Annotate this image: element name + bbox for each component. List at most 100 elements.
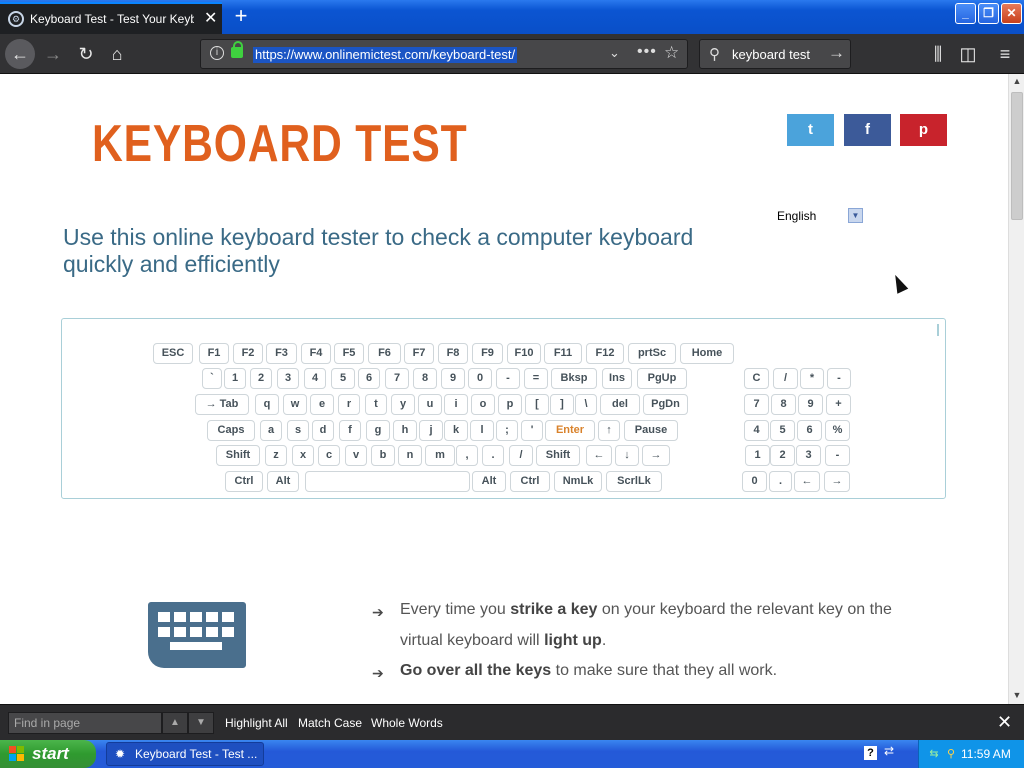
connection-icon[interactable]: ⇄ xyxy=(884,744,894,758)
key-1[interactable]: 1 xyxy=(745,445,770,466)
key-[interactable]: , xyxy=(456,445,478,466)
key-f6[interactable]: F6 xyxy=(368,343,401,364)
key-j[interactable]: j xyxy=(419,420,443,441)
key-space[interactable] xyxy=(305,471,470,492)
find-input[interactable]: Find in page xyxy=(8,712,162,734)
clock[interactable]: 11:59 AM xyxy=(961,747,1011,761)
key-0[interactable]: 0 xyxy=(742,471,767,492)
find-next-icon[interactable]: ▼ xyxy=(188,712,214,734)
key-m[interactable]: m xyxy=(425,445,455,466)
key-f8[interactable]: F8 xyxy=(438,343,468,364)
key-[interactable]: → xyxy=(642,445,670,466)
page-scrollbar[interactable]: ▲ ▼ xyxy=(1008,74,1024,704)
key-f10[interactable]: F10 xyxy=(507,343,541,364)
scroll-down-icon[interactable]: ▼ xyxy=(1011,690,1023,704)
key-0[interactable]: 0 xyxy=(468,368,492,389)
scrollbar-thumb[interactable] xyxy=(1011,92,1023,220)
key-q[interactable]: q xyxy=(255,394,279,415)
key-4[interactable]: 4 xyxy=(304,368,326,389)
key-x[interactable]: x xyxy=(292,445,314,466)
start-button[interactable]: start xyxy=(0,740,96,768)
site-logo[interactable]: KEYBOARD TEST xyxy=(92,114,467,174)
key-h[interactable]: h xyxy=(393,420,417,441)
key-3[interactable]: 3 xyxy=(796,445,821,466)
key-[interactable]: - xyxy=(825,445,850,466)
key-u[interactable]: u xyxy=(418,394,442,415)
hamburger-menu-icon[interactable]: ≡ xyxy=(991,40,1019,68)
key-c[interactable]: c xyxy=(318,445,340,466)
key-w[interactable]: w xyxy=(283,394,307,415)
key-ctrl[interactable]: Ctrl xyxy=(510,471,550,492)
key-[interactable]: [ xyxy=(525,394,549,415)
key-alt[interactable]: Alt xyxy=(267,471,299,492)
key-f9[interactable]: F9 xyxy=(472,343,503,364)
help-icon[interactable]: ? xyxy=(864,746,877,760)
key-y[interactable]: y xyxy=(391,394,415,415)
sidebar-icon[interactable]: ◫ xyxy=(954,40,982,68)
key-c[interactable]: C xyxy=(744,368,769,389)
key-d[interactable]: d xyxy=(312,420,334,441)
key-7[interactable]: 7 xyxy=(385,368,409,389)
maximize-button[interactable]: ❐ xyxy=(978,3,999,24)
whole-words-toggle[interactable]: Whole Words xyxy=(371,716,443,730)
key-nmlk[interactable]: NmLk xyxy=(554,471,602,492)
key-2[interactable]: 2 xyxy=(770,445,795,466)
key-[interactable]: ← xyxy=(586,445,612,466)
key-n[interactable]: n xyxy=(398,445,422,466)
highlight-all-toggle[interactable]: Highlight All xyxy=(225,716,288,730)
key-5[interactable]: 5 xyxy=(770,420,795,441)
key-[interactable]: / xyxy=(509,445,533,466)
key-[interactable]: ← xyxy=(794,471,820,492)
key-4[interactable]: 4 xyxy=(744,420,769,441)
key-home[interactable]: Home xyxy=(680,343,734,364)
key-alt[interactable]: Alt xyxy=(472,471,506,492)
key-6[interactable]: 6 xyxy=(358,368,380,389)
key-[interactable]: → xyxy=(824,471,850,492)
key-shift[interactable]: Shift xyxy=(536,445,580,466)
key-[interactable]: - xyxy=(496,368,520,389)
key-[interactable]: % xyxy=(825,420,850,441)
key-r[interactable]: r xyxy=(338,394,360,415)
key-8[interactable]: 8 xyxy=(771,394,796,415)
key-6[interactable]: 6 xyxy=(797,420,822,441)
search-input[interactable]: keyboard test xyxy=(732,47,810,62)
key-prtsc[interactable]: prtSc xyxy=(628,343,676,364)
home-icon[interactable]: ⌂ xyxy=(103,40,131,68)
key-f4[interactable]: F4 xyxy=(301,343,331,364)
key-f11[interactable]: F11 xyxy=(544,343,582,364)
key-e[interactable]: e xyxy=(310,394,334,415)
key-v[interactable]: v xyxy=(345,445,367,466)
close-window-button[interactable]: ✕ xyxy=(1001,3,1022,24)
key-7[interactable]: 7 xyxy=(744,394,769,415)
key-3[interactable]: 3 xyxy=(277,368,299,389)
info-icon[interactable]: i xyxy=(210,46,224,60)
language-label[interactable]: English xyxy=(777,209,816,223)
key-[interactable]: . xyxy=(482,445,504,466)
key-f3[interactable]: F3 xyxy=(266,343,297,364)
search-go-arrow-icon[interactable]: → xyxy=(828,43,845,63)
new-tab-button[interactable]: + xyxy=(230,5,252,28)
key-9[interactable]: 9 xyxy=(798,394,823,415)
key-5[interactable]: 5 xyxy=(331,368,355,389)
key-[interactable]: ' xyxy=(521,420,543,441)
key-o[interactable]: o xyxy=(471,394,495,415)
key-pgup[interactable]: PgUp xyxy=(637,368,687,389)
key-ins[interactable]: Ins xyxy=(602,368,632,389)
minimize-button[interactable]: _ xyxy=(955,3,976,24)
pinterest-share-button[interactable]: p xyxy=(900,114,947,146)
language-dropdown-icon[interactable]: ▼ xyxy=(848,208,863,223)
key-[interactable]: + xyxy=(826,394,851,415)
match-case-toggle[interactable]: Match Case xyxy=(298,716,362,730)
key-f12[interactable]: F12 xyxy=(586,343,624,364)
key-[interactable]: * xyxy=(800,368,824,389)
key-f1[interactable]: F1 xyxy=(199,343,229,364)
library-icon[interactable]: ⫼ xyxy=(924,40,952,68)
key-del[interactable]: del xyxy=(600,394,640,415)
key-[interactable]: ` xyxy=(202,368,222,389)
key-bksp[interactable]: Bksp xyxy=(551,368,597,389)
key-ctrl[interactable]: Ctrl xyxy=(225,471,263,492)
key-t[interactable]: t xyxy=(365,394,387,415)
key-l[interactable]: l xyxy=(470,420,494,441)
lock-icon[interactable] xyxy=(231,41,243,58)
key-f2[interactable]: F2 xyxy=(233,343,263,364)
